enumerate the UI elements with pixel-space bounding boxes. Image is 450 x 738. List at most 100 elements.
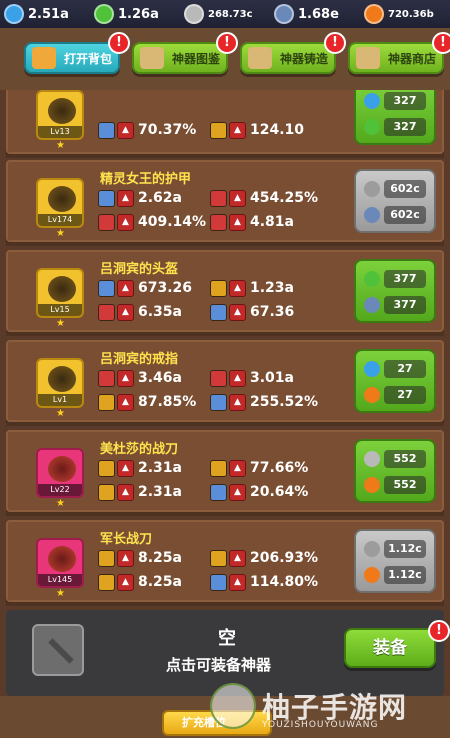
upgrade-arrow-icon[interactable]: ▲ xyxy=(229,121,246,139)
artifact-card[interactable]: Lv174 ★ 精灵女王的护甲 ▲ 2.62a ▲ 454.25% ▲ 409.14% ▲ 4.81… xyxy=(6,160,444,246)
artifact-level: Lv22 xyxy=(38,484,82,496)
stat-value: 124.10 xyxy=(250,122,305,138)
silver-triangle-icon xyxy=(364,181,380,197)
artifact-level: Lv145 xyxy=(38,574,82,586)
sword-icon xyxy=(98,573,115,591)
cost-row: 602c xyxy=(364,203,426,227)
artifact-level: Lv13 xyxy=(38,126,82,138)
equip-alert-badge: ! xyxy=(428,620,450,642)
cost-value: 27 xyxy=(384,386,426,404)
silver-triangle-icon xyxy=(364,541,380,557)
fire-orb-icon xyxy=(364,477,380,493)
cost-value: 602c xyxy=(384,206,426,224)
water-drop-icon xyxy=(364,361,380,377)
artifact-card[interactable]: Lv15 ★ 吕洞宾的头盔 ▲ 673.26 ▲ 1.23a ▲ 6.35a ▲ 67.36 377 3… xyxy=(6,250,444,336)
tab-3[interactable]: 神器商店 xyxy=(348,42,444,74)
stat-value: 409.14% xyxy=(138,214,207,230)
resource-value: 1.68e xyxy=(298,6,339,22)
upgrade-arrow-icon[interactable]: ▲ xyxy=(117,459,134,477)
cost-row: 1.12c xyxy=(364,537,426,561)
resource-value: 1.26a xyxy=(118,6,159,22)
tab-0[interactable]: 打开背包 xyxy=(24,42,120,74)
stat-row: ▲ 20.64% xyxy=(210,482,308,502)
upgrade-arrow-icon[interactable]: ▲ xyxy=(229,549,246,567)
upgrade-cost-button[interactable]: 1.12c 1.12c xyxy=(354,529,436,593)
upgrade-arrow-icon[interactable]: ▲ xyxy=(117,189,134,207)
upgrade-arrow-icon[interactable]: ▲ xyxy=(229,393,246,411)
upgrade-arrow-icon[interactable]: ▲ xyxy=(117,549,134,567)
stat-value: 8.25a xyxy=(138,574,182,590)
shield-icon xyxy=(210,303,227,321)
card-divider xyxy=(6,602,444,606)
empty-slot-hint: 点击可装备神器 xyxy=(166,656,272,674)
sword-icon xyxy=(98,483,115,501)
upgrade-arrow-icon[interactable]: ▲ xyxy=(229,303,246,321)
artifact-card[interactable]: Lv13 ★ ▲ 70.37% ▲ 124.10 327 327 xyxy=(6,90,444,158)
tab-2[interactable]: 神器铸造 xyxy=(240,42,336,74)
upgrade-arrow-icon[interactable]: ▲ xyxy=(117,573,134,591)
cost-row: 552 xyxy=(364,447,426,471)
star-icon: ★ xyxy=(56,140,65,151)
upgrade-arrow-icon[interactable]: ▲ xyxy=(229,369,246,387)
upgrade-arrow-icon[interactable]: ▲ xyxy=(229,213,246,231)
stat-value: 20.64% xyxy=(250,484,309,500)
upgrade-arrow-icon[interactable]: ▲ xyxy=(229,279,246,297)
upgrade-cost-button[interactable]: 602c 602c xyxy=(354,169,436,233)
upgrade-arrow-icon[interactable]: ▲ xyxy=(117,121,134,139)
star-icon: ★ xyxy=(56,228,65,239)
artifact-card[interactable]: Lv1 ★ 吕洞宾的戒指 ▲ 3.46a ▲ 3.01a ▲ 87.85% ▲ 255.52% 27 2… xyxy=(6,340,444,426)
water-drop-icon xyxy=(364,93,380,109)
shield-icon xyxy=(98,121,115,139)
artifact-portrait[interactable]: Lv145 xyxy=(36,538,84,588)
heart-icon xyxy=(210,213,227,231)
cost-row: 602c xyxy=(364,177,426,201)
equip-button[interactable]: 装备 xyxy=(344,628,436,668)
stat-row: ▲ 8.25a xyxy=(98,572,182,592)
resource-value: 720.36b xyxy=(388,8,434,20)
artifact-card[interactable]: Lv145 ★ 军长战刀 ▲ 8.25a ▲ 206.93% ▲ 8.25a ▲ 114.80% 1.… xyxy=(6,520,444,606)
artifact-card[interactable]: Lv22 ★ 美杜莎的战刀 ▲ 2.31a ▲ 77.66% ▲ 2.31a ▲ 20.64% 552… xyxy=(6,430,444,516)
stat-value: 67.36 xyxy=(250,304,295,320)
upgrade-arrow-icon[interactable]: ▲ xyxy=(229,459,246,477)
tab-alert-badge: ! xyxy=(432,32,450,54)
upgrade-arrow-icon[interactable]: ▲ xyxy=(117,369,134,387)
upgrade-arrow-icon[interactable]: ▲ xyxy=(229,189,246,207)
silver-triangle-icon xyxy=(184,4,204,24)
stat-value: 454.25% xyxy=(250,190,319,206)
upgrade-arrow-icon[interactable]: ▲ xyxy=(229,573,246,591)
cost-value: 1.12c xyxy=(384,566,426,584)
resource-2: 268.73c xyxy=(180,4,270,24)
upgrade-cost-button[interactable]: 327 327 xyxy=(354,90,436,145)
sword-icon xyxy=(210,459,227,477)
artifact-portrait[interactable]: Lv13 xyxy=(36,90,84,140)
upgrade-arrow-icon[interactable]: ▲ xyxy=(229,483,246,501)
stat-value: 87.85% xyxy=(138,394,197,410)
stat-row: ▲ 2.62a xyxy=(98,188,182,208)
upgrade-cost-button[interactable]: 27 27 xyxy=(354,349,436,413)
upgrade-cost-button[interactable]: 377 377 xyxy=(354,259,436,323)
upgrade-arrow-icon[interactable]: ▲ xyxy=(117,213,134,231)
upgrade-arrow-icon[interactable]: ▲ xyxy=(117,303,134,321)
artifact-portrait[interactable]: Lv174 xyxy=(36,178,84,228)
stat-value: 673.26 xyxy=(138,280,193,296)
upgrade-arrow-icon[interactable]: ▲ xyxy=(117,393,134,411)
upgrade-cost-button[interactable]: 552 552 xyxy=(354,439,436,503)
stat-row: ▲ 67.36 xyxy=(210,302,294,322)
artifact-name: 吕洞宾的头盔 xyxy=(100,262,179,277)
artifact-portrait[interactable]: Lv22 xyxy=(36,448,84,498)
card-divider xyxy=(6,332,444,336)
artifact-list[interactable]: Lv13 ★ ▲ 70.37% ▲ 124.10 327 327 Lv174 ★ 精灵女王的护甲 ▲ 2… xyxy=(0,90,450,610)
artifact-name: 精灵女王的护甲 xyxy=(100,172,192,187)
upgrade-arrow-icon[interactable]: ▲ xyxy=(117,279,134,297)
tab-alert-badge: ! xyxy=(216,32,238,54)
artifact-portrait[interactable]: Lv15 xyxy=(36,268,84,318)
shield-icon xyxy=(98,279,115,297)
tab-1[interactable]: 神器图鉴 xyxy=(132,42,228,74)
sword-icon xyxy=(98,549,115,567)
cost-row: 327 xyxy=(364,115,426,139)
artifact-portrait[interactable]: Lv1 xyxy=(36,358,84,408)
stat-value: 8.25a xyxy=(138,550,182,566)
stat-row: ▲ 4.81a xyxy=(210,212,294,232)
fire-orb-icon xyxy=(364,567,380,583)
upgrade-arrow-icon[interactable]: ▲ xyxy=(117,483,134,501)
